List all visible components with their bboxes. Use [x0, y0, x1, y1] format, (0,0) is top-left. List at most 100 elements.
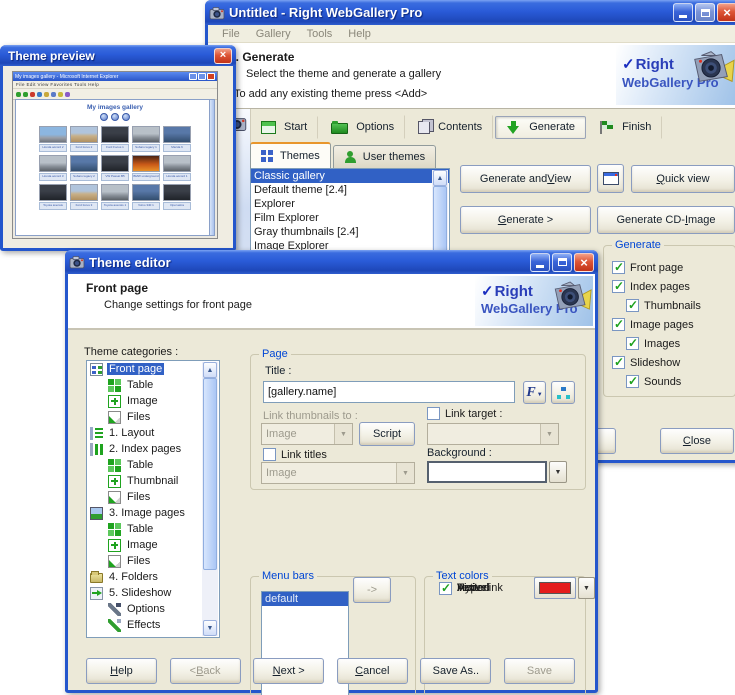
theme-list-item[interactable]: Default theme [2.4]	[251, 183, 449, 197]
menu-bar-item[interactable]: default	[262, 592, 348, 606]
editor-minimize-button[interactable]	[530, 253, 550, 272]
tree-item[interactable]: Table	[87, 377, 219, 393]
font-button[interactable]: F▼	[523, 381, 546, 404]
generate-option-checkbox[interactable]	[612, 356, 625, 369]
editor-titlebar[interactable]: Theme editor ×	[65, 250, 598, 274]
thumbnail-cell[interactable]: Ford focus 2	[70, 126, 98, 152]
footer-button[interactable]: Save	[504, 658, 575, 684]
tree-item[interactable]: Front page	[87, 361, 219, 377]
theme-list-item[interactable]: Explorer	[251, 197, 449, 211]
thumbnail-cell[interactable]: Volvo 340 1	[132, 184, 160, 210]
editor-maximize-button[interactable]	[552, 253, 572, 272]
tree-item[interactable]: 1. Layout	[87, 425, 219, 441]
menu-bars-action-button[interactable]: ->	[353, 577, 391, 603]
thumbnail-cell[interactable]: Honda accord 2	[39, 126, 67, 152]
wizard-tab[interactable]: Generate	[495, 116, 586, 139]
scroll-up-button[interactable]: ▲	[203, 362, 217, 378]
thumbnail-cell[interactable]: Mazda 6	[163, 126, 191, 152]
generate-option-checkbox[interactable]	[626, 375, 639, 388]
footer-button[interactable]: Help	[86, 658, 157, 684]
wizard-tab[interactable]: Contents	[407, 115, 493, 139]
background-color-well[interactable]	[427, 461, 547, 483]
color-swatch-button[interactable]	[534, 577, 576, 599]
tree-item[interactable]: Image	[87, 537, 219, 553]
theme-list-item[interactable]: Gray thumbnails [2.4]	[251, 225, 449, 239]
tree-item[interactable]: Files	[87, 553, 219, 569]
preview-window-button[interactable]	[597, 164, 624, 193]
tree-item[interactable]: Options	[87, 601, 219, 617]
wizard-tab[interactable]: Finish	[588, 116, 662, 139]
wizard-tab[interactable]: Start	[250, 116, 318, 139]
variables-button[interactable]	[551, 381, 575, 404]
thumbnail-cell[interactable]: Toyota avensis	[39, 184, 67, 210]
main-titlebar[interactable]: Untitled - Right WebGallery Pro ×	[205, 0, 735, 25]
link-titles-combo[interactable]: Image▼	[261, 462, 415, 484]
generate-option-checkbox[interactable]	[626, 299, 639, 312]
generate-option-checkbox[interactable]	[612, 261, 625, 274]
menu-item[interactable]: Help	[340, 28, 379, 40]
tree-scrollbar[interactable]: ▲ ▼	[202, 362, 218, 636]
tree-item[interactable]: Files	[87, 409, 219, 425]
preview-close-button[interactable]: ×	[214, 48, 232, 64]
preview-titlebar[interactable]: Theme preview ×	[0, 45, 236, 66]
footer-button[interactable]: Next >	[253, 658, 324, 684]
thumbnail-cell[interactable]: Honda accord 1	[163, 155, 191, 181]
quick-view-button[interactable]: Quick view	[631, 165, 735, 193]
gallery-nav-icon[interactable]	[100, 113, 108, 121]
wizard-tab[interactable]: Options	[320, 115, 405, 139]
tree-item[interactable]: 4. Folders	[87, 569, 219, 585]
text-color-checkbox[interactable]	[439, 582, 452, 595]
tree-item[interactable]: Files	[87, 489, 219, 505]
thumbnail-cell[interactable]: Opel astra	[163, 184, 191, 210]
editor-close-button[interactable]: ×	[574, 253, 594, 272]
gallery-nav-icon[interactable]	[111, 113, 119, 121]
generate-option-checkbox[interactable]	[612, 318, 625, 331]
scroll-down-button[interactable]: ▼	[203, 620, 217, 636]
thumbnail-cell[interactable]: BMW underground	[132, 155, 160, 181]
scroll-thumb[interactable]	[203, 378, 217, 570]
menu-item[interactable]: File	[214, 28, 248, 40]
thumbnail-cell[interactable]: Subaru legacy 1	[132, 126, 160, 152]
gallery-nav-icon[interactable]	[122, 113, 130, 121]
thumbnail-cell[interactable]: Honda accord 3	[39, 155, 67, 181]
script-button[interactable]: Script	[359, 422, 415, 446]
page-title-input[interactable]	[263, 381, 515, 403]
tree-item[interactable]: 2. Index pages	[87, 441, 219, 457]
theme-list-item[interactable]: Classic gallery	[251, 169, 449, 183]
generate-button[interactable]: Generate >	[460, 206, 591, 234]
footer-button[interactable]: Cancel	[337, 658, 408, 684]
maximize-button[interactable]	[695, 3, 715, 22]
theme-tab[interactable]: User themes	[333, 145, 436, 168]
link-target-checkbox[interactable]	[427, 407, 440, 420]
tree-item[interactable]: Thumbnail	[87, 473, 219, 489]
minimize-button[interactable]	[673, 3, 693, 22]
thumbnail-cell[interactable]: Ford focus 3	[70, 184, 98, 210]
link-titles-checkbox[interactable]	[263, 448, 276, 461]
thumbnail-cell[interactable]: Ford Focus 1	[101, 126, 129, 152]
background-dropdown-button[interactable]: ▼	[549, 461, 567, 483]
tree-item[interactable]: Effects	[87, 617, 219, 633]
theme-tab[interactable]: Themes	[250, 142, 331, 168]
main-close-button[interactable]: Close	[660, 428, 734, 454]
color-dropdown-button[interactable]: ▼	[578, 577, 595, 599]
generate-and-view-button[interactable]: Generate and View	[460, 165, 591, 193]
link-thumbnails-combo[interactable]: Image▼	[261, 423, 353, 445]
close-button[interactable]: ×	[717, 3, 735, 22]
footer-button[interactable]: Save As..	[420, 658, 491, 684]
thumbnail-cell[interactable]: Subaru legacy 2	[70, 155, 98, 181]
tree-item[interactable]: 5. Slideshow	[87, 585, 219, 601]
tree-item[interactable]: 3. Image pages	[87, 505, 219, 521]
generate-option-checkbox[interactable]	[612, 280, 625, 293]
generate-cd-image-button[interactable]: Generate CD-Image	[597, 206, 735, 234]
tree-item[interactable]: Table	[87, 521, 219, 537]
link-target-combo[interactable]: ▼	[427, 423, 559, 445]
tree-item[interactable]: Image	[87, 393, 219, 409]
theme-list-item[interactable]: Film Explorer	[251, 211, 449, 225]
menu-item[interactable]: Gallery	[248, 28, 299, 40]
scroll-up-button[interactable]: ▲	[433, 170, 447, 186]
generate-option-checkbox[interactable]	[626, 337, 639, 350]
tree-item[interactable]: Table	[87, 457, 219, 473]
thumbnail-cell[interactable]: VW Passat B5	[101, 155, 129, 181]
menu-item[interactable]: Tools	[299, 28, 341, 40]
thumbnail-cell[interactable]: Toyota avensis 1	[101, 184, 129, 210]
